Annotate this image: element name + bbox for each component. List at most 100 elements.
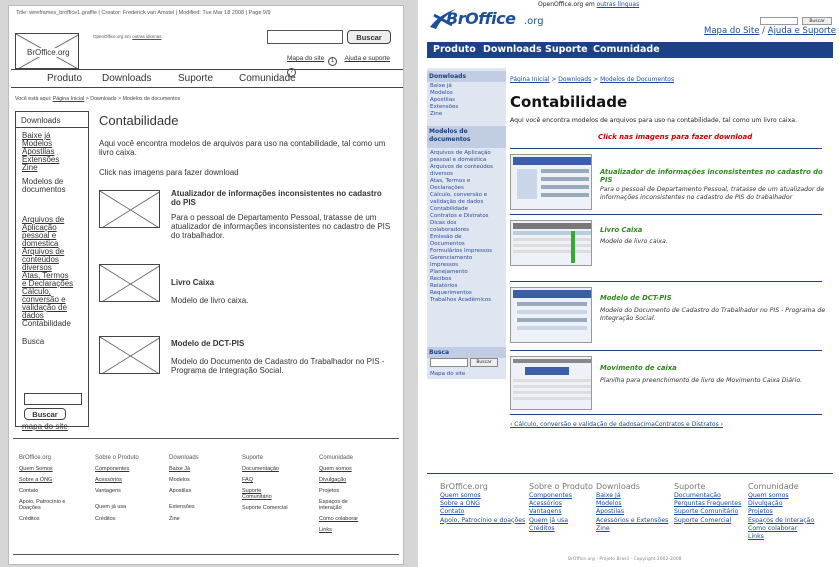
site-crumb-models[interactable]: Modelos de Documentos: [600, 76, 674, 83]
wf-footer-link[interactable]: Acessórios: [95, 477, 139, 488]
wf-help-link[interactable]: Ajuda e suporte: [344, 55, 390, 62]
site-thumb-dct-pis[interactable]: [510, 287, 592, 343]
site-side-link[interactable]: Contratos e Distratos: [430, 213, 506, 219]
site-side-link[interactable]: Dicas dos: [430, 220, 506, 226]
wf-footer-link[interactable]: Como colaborar: [319, 516, 359, 527]
site-footer-link[interactable]: Acessórios: [529, 500, 593, 508]
wf-footer-link[interactable]: Sobre a ONG: [19, 477, 75, 488]
site-side-link[interactable]: Arquivos de conteúdos: [430, 164, 506, 170]
site-footer-link[interactable]: Zine: [596, 525, 668, 533]
site-side-search-input[interactable]: [430, 358, 468, 367]
wf-side-search-button[interactable]: Buscar: [24, 408, 66, 420]
site-footer-link[interactable]: Documentação: [674, 492, 741, 500]
site-footer-link[interactable]: Componentes: [529, 492, 593, 500]
site-side-link[interactable]: Zine: [430, 111, 506, 117]
site-nav-downloads[interactable]: Downloads: [483, 44, 542, 55]
site-side-link[interactable]: Extensões: [430, 104, 506, 110]
site-footer-link[interactable]: Créditos: [529, 525, 593, 533]
site-side-link[interactable]: Contabilidade: [430, 206, 506, 212]
site-crumb-home[interactable]: Página Inicial: [510, 76, 549, 83]
wf-footer-link[interactable]: Suporte Comercial: [242, 505, 288, 516]
wf-nav-downloads[interactable]: Downloads: [102, 73, 151, 84]
wf-lang-link[interactable]: outras idiomas: [132, 34, 161, 39]
site-side-link[interactable]: Atas, Termos e: [430, 178, 506, 184]
site-side-link[interactable]: colaboradores: [430, 227, 506, 233]
site-side-link[interactable]: Apostilas: [430, 97, 506, 103]
wf-footer-link[interactable]: Documentação: [242, 466, 288, 477]
site-side-link[interactable]: Formulários Impressos: [430, 248, 506, 254]
site-item-title[interactable]: Livro Caixa: [600, 226, 830, 234]
wf-footer-link[interactable]: Apoio, Patrocínio e Doações: [19, 499, 75, 516]
site-footer-link[interactable]: Suporte Comunitário: [674, 508, 741, 516]
site-side-link[interactable]: diversos: [430, 171, 506, 177]
wf-logo-placeholder[interactable]: BrOffice.org: [15, 33, 79, 69]
site-footer-link[interactable]: Projetos: [748, 508, 814, 516]
wf-footer-link[interactable]: Apostilas: [169, 488, 199, 499]
site-footer-link[interactable]: Links: [748, 533, 814, 541]
wf-search-input[interactable]: [267, 30, 343, 44]
site-item-title[interactable]: Movimento de caixa: [600, 364, 830, 372]
site-help-link[interactable]: Ajuda e Suporte: [768, 26, 836, 36]
site-side-link[interactable]: Baixe já: [430, 83, 506, 89]
wf-item-title[interactable]: Atualizador de informações inconsistente…: [171, 189, 393, 207]
site-nav-produto[interactable]: Produto: [433, 44, 476, 55]
site-side-link[interactable]: pessoal e doméstica: [430, 157, 506, 163]
site-side-link[interactable]: Planejamento: [430, 269, 506, 275]
wf-footer-link[interactable]: Vantagens: [95, 488, 139, 499]
site-footer-link[interactable]: Contato: [440, 508, 525, 516]
wf-footer-link[interactable]: Projetos: [319, 488, 359, 499]
wf-nav-suporte[interactable]: Suporte: [178, 73, 213, 84]
wf-thumb-placeholder[interactable]: [99, 190, 160, 228]
site-side-link[interactable]: Declarações: [430, 185, 506, 191]
wf-item-title[interactable]: Modelo de DCT-PIS: [171, 339, 393, 348]
site-side-link[interactable]: Recibos: [430, 276, 506, 282]
site-footer-link[interactable]: Divulgação: [748, 500, 814, 508]
wf-footer-link[interactable]: Extensões: [169, 499, 199, 516]
wf-nav-comunidade[interactable]: Comunidade: [239, 73, 296, 84]
site-side-link[interactable]: Requerimentos: [430, 290, 506, 296]
site-side-link[interactable]: Cálculo, conversão e: [430, 192, 506, 198]
site-sitemap-link[interactable]: Mapa do Site: [704, 26, 759, 36]
site-footer-link[interactable]: Modelos: [596, 500, 668, 508]
site-side-link[interactable]: Arquivos de Aplicação: [430, 150, 506, 156]
site-side-map-link[interactable]: Mapa do site: [430, 371, 465, 377]
site-side-link[interactable]: validação de dados: [430, 199, 506, 205]
site-footer-link[interactable]: Quem somos: [440, 492, 525, 500]
wf-footer-link[interactable]: Contato: [19, 488, 75, 499]
site-pager-link[interactable]: ‹ Cálculo, conversão e validação de dado…: [510, 421, 723, 428]
site-footer-link[interactable]: Apoio, Patrocínio e doações: [440, 517, 525, 525]
wf-footer-link[interactable]: Componentes: [95, 466, 139, 477]
wf-footer-link[interactable]: Links: [319, 527, 359, 538]
site-side-search-button[interactable]: Buscar: [470, 358, 498, 367]
site-footer-link[interactable]: Quem somos: [748, 492, 814, 500]
wf-footer-link[interactable]: Suporte Comunitário: [242, 488, 282, 505]
site-footer-link[interactable]: Espaços de Interação: [748, 517, 814, 525]
site-side-link[interactable]: Impressos: [430, 262, 506, 268]
site-thumb-livro-caixa[interactable]: [510, 220, 592, 266]
site-search-input[interactable]: [760, 17, 798, 25]
site-footer-link[interactable]: Suporte Comercial: [674, 517, 741, 525]
site-side-link[interactable]: Emissão de: [430, 234, 506, 240]
wf-footer-link[interactable]: Créditos: [19, 516, 75, 527]
wf-footer-link[interactable]: Créditos: [95, 516, 139, 527]
wf-footer-link[interactable]: Divulgação: [319, 477, 359, 488]
wf-sitemap-link[interactable]: Mapa do site: [287, 55, 324, 62]
site-footer-link[interactable]: Baixe Já: [596, 492, 668, 500]
site-footer-link[interactable]: Como colaborar: [748, 525, 814, 533]
site-nav-suporte[interactable]: Suporte: [545, 44, 588, 55]
wf-crumb-downloads[interactable]: Downloads: [90, 96, 116, 102]
site-search-button[interactable]: Buscar: [802, 17, 832, 25]
wf-thumb-placeholder[interactable]: [99, 336, 160, 374]
site-side-link[interactable]: Trabalhos Acadêmicos: [430, 297, 506, 303]
wf-nav-produto[interactable]: Produto: [47, 73, 82, 84]
wf-side-map-link[interactable]: mapa do site: [22, 423, 68, 431]
site-footer-link[interactable]: Vantagens: [529, 508, 593, 516]
wf-footer-link[interactable]: Quem Somos: [19, 466, 75, 477]
site-lang-link[interactable]: outras línguas: [597, 1, 640, 8]
wf-footer-link[interactable]: FAQ: [242, 477, 288, 488]
site-side-link[interactable]: Documentos: [430, 241, 506, 247]
site-crumb-downloads[interactable]: Downloads: [558, 76, 591, 83]
wf-footer-link[interactable]: Zine: [169, 516, 199, 527]
site-item-title[interactable]: Modelo de DCT-PIS: [600, 294, 830, 302]
site-item-title[interactable]: Atualizador de informações inconsistente…: [600, 168, 830, 184]
